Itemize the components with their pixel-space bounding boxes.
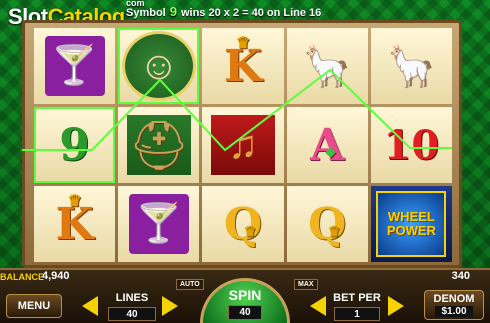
max-button[interactable]: MAX: [294, 279, 318, 290]
reel-cell: 🍸: [34, 28, 116, 104]
guitar-icon: ♫: [210, 115, 275, 175]
reel-cell: K ♛: [202, 28, 284, 104]
symbol-q: Q ♛: [308, 198, 347, 250]
reel-3: K ♛ ♫ Q ♛: [202, 28, 284, 262]
auto-button[interactable]: AUTO: [176, 279, 204, 290]
win-message-prefix: Symbol: [126, 7, 166, 19]
reel-1: 🍸 9 K ♛: [34, 28, 116, 262]
pinata-icon: 🦙: [302, 44, 353, 89]
lines-decrease-arrow-icon[interactable]: [82, 296, 98, 316]
reel-cell: 🦙: [370, 28, 452, 104]
bet-per-value: 1: [334, 307, 380, 321]
denom-value: $1.00: [435, 306, 473, 317]
reel-cell: A ◆: [286, 107, 368, 183]
senorita-icon: ☺: [121, 31, 196, 101]
balance-label: BALANCE: [0, 272, 44, 282]
crown-icon: ♛: [235, 32, 251, 52]
margarita-icon: 🍸: [44, 36, 105, 96]
crown-icon: ♛: [67, 190, 82, 210]
bet-decrease-arrow-icon[interactable]: [310, 296, 326, 316]
lines-label: LINES: [115, 292, 149, 304]
symbol-k: K ♛: [55, 190, 94, 250]
win-message: com Symbol 9 wins 20 x 2 = 40 on Line 16: [126, 0, 322, 19]
total-bet-value: 340: [451, 270, 470, 282]
reel-cell: 🍸: [118, 186, 200, 262]
reel-cell: ♫: [202, 107, 284, 183]
gem-icon: ◆: [325, 143, 336, 160]
spin-bet-value: 40: [228, 305, 262, 320]
lines-value: 40: [108, 307, 156, 321]
bet-per-label: BET PER: [333, 292, 381, 304]
wheel-power-icon: WHEEL POWER: [376, 191, 447, 257]
reel-cell: WHEEL POWER: [370, 186, 452, 262]
denom-label: DENOM: [433, 293, 475, 305]
margarita-icon: 🍸: [128, 194, 189, 254]
top-bar: SlotCatalog com Symbol 9 wins 20 x 2 = 40 …: [0, 0, 490, 29]
symbol-10: 10: [383, 121, 440, 169]
bet-increase-arrow-icon[interactable]: [388, 296, 404, 316]
reel-2: ☺ ⛑ 🍸: [118, 28, 200, 262]
pinata-icon: 🦙: [386, 44, 437, 89]
win-message-detail: wins 20 x 2 = 40 on Line 16: [180, 7, 322, 19]
symbol-a: A ◆: [310, 119, 345, 171]
win-message-symbol: 9: [169, 4, 177, 19]
symbol-q: Q ♛: [223, 198, 263, 250]
reel-cell: 🦙: [286, 28, 368, 104]
reel-4: 🦙 A ◆ Q ♛: [286, 28, 368, 262]
menu-button[interactable]: MENU: [6, 294, 62, 318]
reel-cell: K ♛: [34, 186, 116, 262]
lines-increase-arrow-icon[interactable]: [162, 296, 178, 316]
reel-5: 🦙 10 WHEEL POWER: [370, 28, 452, 262]
spin-label: SPIN: [228, 287, 262, 303]
reels-grid: 🍸 9 K ♛ ☺ ⛑ 🍸 K ♛ ♫ Q ♛ 🦙 A ◆ Q ♛ 🦙 10 WHEEL POWER: [34, 28, 452, 262]
reel-cell: 10: [370, 107, 452, 183]
reel-cell: ⛑: [118, 107, 200, 183]
reel-cell: 9: [34, 107, 116, 183]
reel-cell: Q ♛: [202, 186, 284, 262]
crown-icon: ♛: [243, 223, 257, 240]
symbol-9: 9: [59, 119, 90, 171]
reel-cell: ☺: [118, 28, 200, 104]
reel-cell: Q ♛: [286, 186, 368, 262]
symbol-k: K ♛: [223, 32, 263, 92]
sombrero-icon: ⛑: [126, 115, 191, 175]
crown-icon: ♛: [327, 223, 341, 240]
balance-value: 4,940: [42, 270, 70, 282]
denom-button[interactable]: DENOM $1.00: [424, 290, 484, 320]
